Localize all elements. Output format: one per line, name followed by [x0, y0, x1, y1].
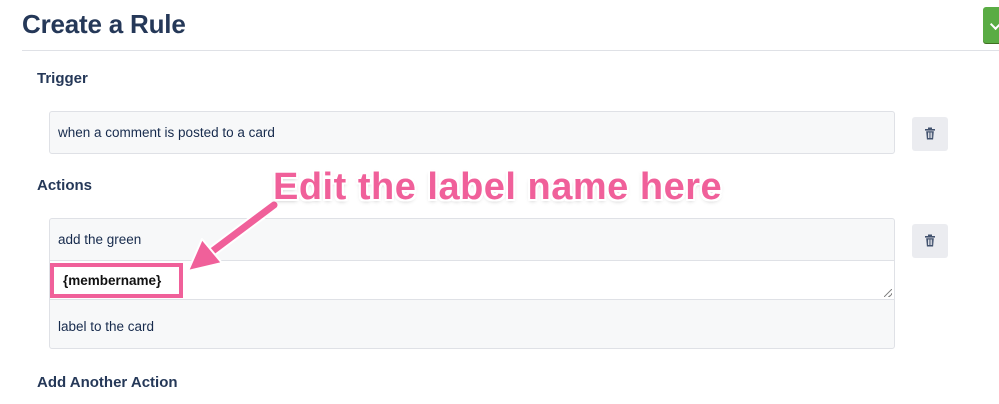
page-title: Create a Rule: [22, 9, 186, 39]
delete-trigger-button[interactable]: [912, 117, 948, 151]
annotation-callout: Edit the label name here: [273, 166, 723, 208]
label-name-value: {membername}: [63, 273, 162, 288]
highlighted-input-value[interactable]: {membername}: [50, 263, 183, 298]
action-text-prefix: add the green: [58, 232, 142, 247]
trash-icon: [925, 127, 935, 140]
create-rule-page: Create a Rule Trigger when a comment is …: [0, 0, 999, 404]
trigger-box[interactable]: when a comment is posted to a card: [49, 111, 895, 154]
save-button[interactable]: [983, 7, 999, 43]
trash-icon: [925, 234, 935, 247]
add-another-action-heading[interactable]: Add Another Action: [37, 374, 178, 391]
action-text-suffix: label to the card: [58, 319, 155, 334]
trigger-text: when a comment is posted to a card: [58, 125, 275, 140]
resize-handle[interactable]: [884, 289, 892, 297]
trigger-heading: Trigger: [37, 70, 88, 87]
delete-action-button[interactable]: [912, 224, 948, 258]
actions-heading: Actions: [37, 177, 93, 194]
title-divider: [22, 50, 999, 51]
